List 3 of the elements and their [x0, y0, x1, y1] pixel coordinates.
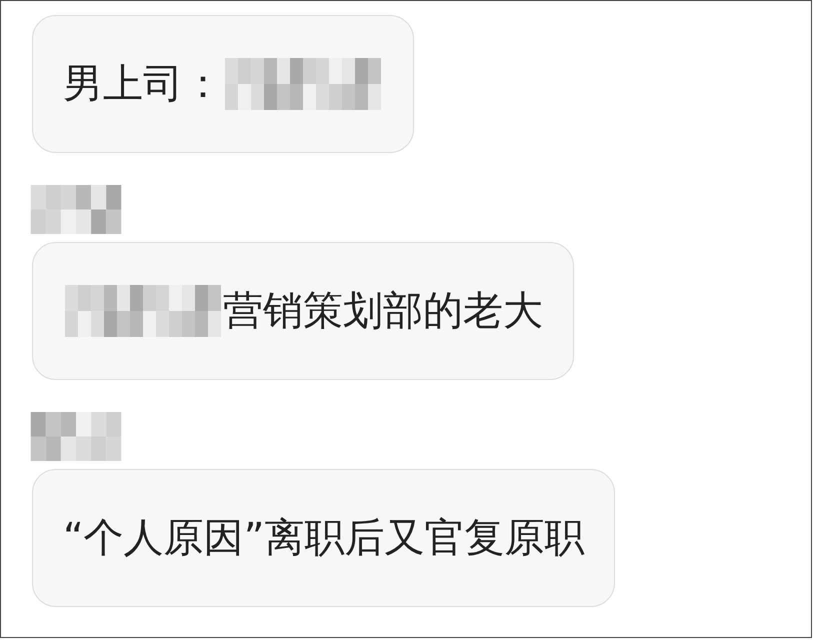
message-text: 男上司：	[63, 60, 223, 109]
message-text: 营销策划部的老大	[223, 287, 543, 336]
message-text: “个人原因”离职后又官复原职	[63, 514, 584, 563]
